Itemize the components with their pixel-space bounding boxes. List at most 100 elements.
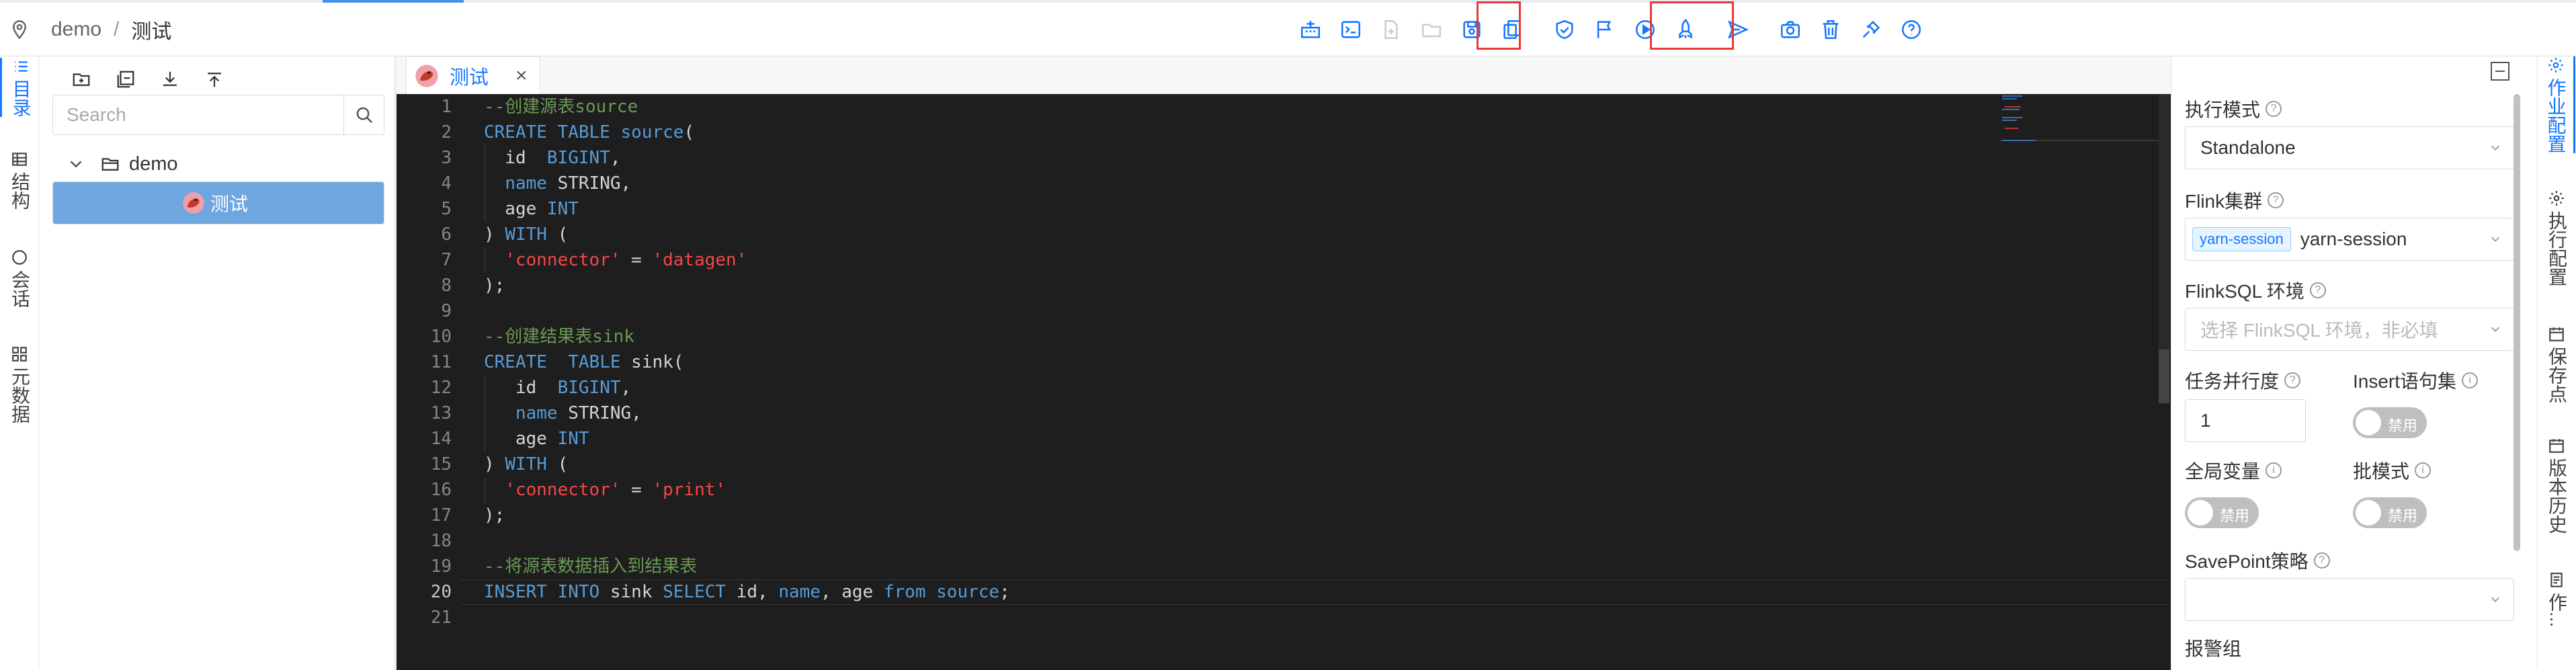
cluster-select[interactable]: yarn-session yarn-session — [2185, 218, 2514, 261]
cluster-label-text: Flink集群 — [2185, 191, 2263, 212]
line-number: 10 — [430, 327, 452, 347]
help-icon[interactable]: ? — [2284, 372, 2301, 388]
line-number: 2 — [441, 122, 452, 142]
rail-item-catalog[interactable]: 目录 — [0, 58, 39, 117]
global-var-toggle[interactable]: 禁用 — [2185, 497, 2259, 528]
left-rail: 目录 结构 会话 元数据 — [0, 56, 39, 670]
insert-set-toggle[interactable]: 禁用 — [2353, 407, 2427, 438]
savepoint-select[interactable] — [2185, 578, 2514, 621]
code-line: CREATE TABLE sink( — [484, 352, 684, 372]
line-number: 15 — [430, 454, 452, 474]
exec-mode-value: Standalone — [2200, 137, 2296, 158]
alert-group-label: 报警组 — [2185, 634, 2241, 661]
rail-label-catalog: 目录 — [10, 79, 32, 117]
rail-item-structure[interactable]: 结构 — [0, 151, 39, 210]
chevron-down-icon — [2491, 237, 2500, 243]
alert-group-label-text: 报警组 — [2185, 638, 2242, 659]
right-rail: 作业配置 执行配置 保存点 版本历史 作... — [2537, 56, 2576, 670]
console-button[interactable] — [1331, 8, 1371, 51]
search-input[interactable] — [53, 96, 343, 134]
new-file-button[interactable] — [1371, 8, 1411, 51]
help-button[interactable] — [1891, 8, 1931, 51]
tree-folder-demo[interactable]: demo — [52, 146, 384, 181]
parallelism-label: 任务并行度? — [2185, 367, 2301, 394]
exec-mode-select[interactable]: Standalone — [2185, 126, 2514, 169]
insert-set-label-text: Insert语句集 — [2353, 371, 2457, 392]
rail-label-more: 作... — [2546, 593, 2567, 628]
plug-icon — [1862, 20, 1880, 38]
open-file-icon — [1421, 24, 1442, 38]
upload-button[interactable] — [192, 60, 237, 98]
calendar-icon — [2549, 439, 2564, 453]
tree-toolbar — [59, 60, 237, 98]
line-number: 5 — [441, 199, 452, 219]
rail-label-savepoints: 保存点 — [2546, 347, 2567, 403]
line-number: 1 — [441, 97, 452, 117]
download-button[interactable] — [148, 60, 192, 98]
upload-icon — [208, 73, 221, 87]
help-icon[interactable]: ? — [2266, 101, 2282, 117]
line-number: 11 — [430, 352, 452, 372]
flag-button[interactable] — [1585, 8, 1625, 51]
toggle-text: 禁用 — [2220, 507, 2250, 524]
check-button[interactable] — [1544, 8, 1585, 51]
info-icon[interactable]: i — [2462, 372, 2479, 388]
rail-item-exec-config[interactable]: 执行配置 — [2538, 190, 2575, 286]
cluster-type-tag: yarn-session — [2192, 227, 2291, 251]
rail-item-job-config[interactable]: 作业配置 — [2538, 56, 2575, 153]
snapshot-button[interactable] — [1770, 8, 1811, 51]
global-var-label-text: 全局变量 — [2185, 461, 2261, 482]
search-button[interactable] — [343, 95, 384, 134]
location-icon — [12, 20, 27, 40]
connect-button[interactable] — [1851, 8, 1891, 51]
rail-label-version-history: 版本历史 — [2546, 458, 2567, 534]
help-icon[interactable]: ? — [2309, 282, 2326, 298]
rail-item-version-history[interactable]: 版本历史 — [2538, 437, 2575, 534]
collapse-panel-button[interactable] — [2491, 62, 2509, 81]
editor-tabs: 测试 × — [397, 56, 2171, 94]
chevron-down-icon — [2491, 597, 2500, 603]
rail-item-savepoints[interactable]: 保存点 — [2538, 325, 2575, 403]
job-config-panel: 执行模式? Standalone Flink集群? yarn-session y… — [2171, 56, 2537, 670]
code-line: 'connector' = 'datagen' — [505, 250, 747, 270]
savepoint-label: SavePoint策略? — [2185, 547, 2330, 574]
line-number: 13 — [430, 403, 452, 423]
batch-mode-toggle[interactable]: 禁用 — [2353, 497, 2427, 528]
env-select[interactable]: 选择 FlinkSQL 环境，非必填 — [2185, 308, 2514, 351]
info-icon[interactable]: i — [2266, 462, 2282, 478]
cluster-button[interactable] — [1290, 8, 1331, 51]
code-line: age INT — [484, 199, 579, 219]
env-label: FlinkSQL 环境? — [2185, 277, 2326, 304]
parallelism-input[interactable]: 1 — [2185, 399, 2306, 442]
new-folder-button[interactable] — [59, 60, 103, 98]
info-icon[interactable]: i — [2415, 462, 2432, 478]
tab-test[interactable]: 测试 × — [406, 56, 540, 94]
chevron-down-icon[interactable] — [66, 154, 86, 174]
flink-squirrel-icon — [415, 64, 438, 87]
chevron-down-icon — [2491, 327, 2500, 333]
parallelism-label-text: 任务并行度 — [2185, 371, 2280, 392]
code-line: CREATE TABLE source( — [484, 122, 695, 142]
line-number: 8 — [441, 276, 452, 296]
code-line: ); — [484, 276, 505, 296]
toggle-knob — [2356, 410, 2381, 435]
collapse-all-button[interactable] — [103, 60, 148, 98]
tree-file-label: 测试 — [210, 194, 249, 214]
editor-scrollbar[interactable] — [2159, 349, 2169, 403]
rail-item-session[interactable]: 会话 — [0, 249, 39, 308]
help-icon[interactable]: ? — [2313, 552, 2330, 569]
delete-button[interactable] — [1811, 8, 1851, 51]
config-scrollbar[interactable] — [2513, 94, 2520, 551]
open-file-button[interactable] — [1411, 8, 1452, 51]
code-minimap[interactable] — [1999, 94, 2161, 148]
toolbar — [1290, 8, 1931, 51]
editor-scroll-track — [2159, 94, 2169, 349]
line-number: 12 — [430, 378, 452, 398]
code-editor[interactable]: 1 2 3 4 5 6 7 8 9 10 11 12 13 14 15 16 1… — [397, 94, 2171, 670]
breadcrumb-project[interactable]: demo — [51, 18, 101, 41]
tree-file-selected[interactable]: 测试 — [52, 181, 384, 224]
rail-item-more[interactable]: 作... — [2538, 571, 2575, 627]
rail-item-metadata[interactable]: 元数据 — [0, 345, 39, 423]
close-icon[interactable]: × — [515, 65, 528, 87]
help-icon[interactable]: ? — [2268, 192, 2284, 208]
